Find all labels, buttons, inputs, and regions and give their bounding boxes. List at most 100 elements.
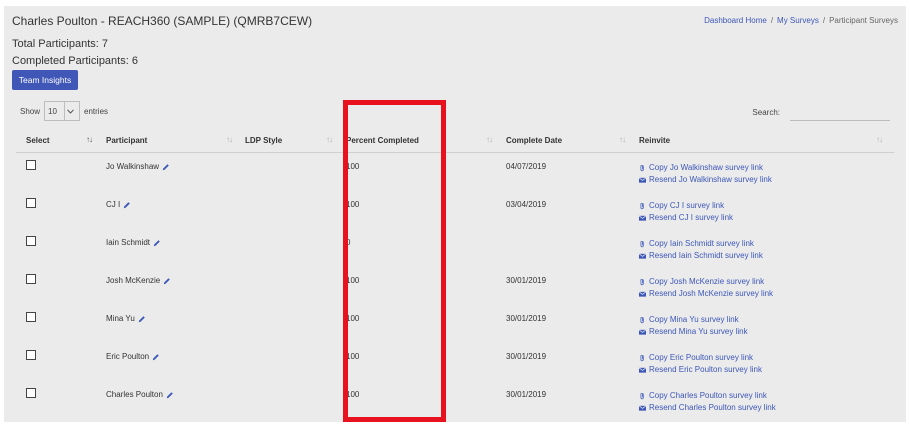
percent-completed: 100: [346, 200, 360, 209]
copy-survey-link[interactable]: Copy Jo Walkinshaw survey link: [639, 162, 772, 174]
column-header-complete-date[interactable]: Complete Date: [506, 136, 562, 145]
search-input[interactable]: [790, 104, 890, 121]
resend-survey-link[interactable]: Resend Charles Poulton survey link: [639, 402, 776, 414]
table-row: Eric Poulton 100 30/01/2019 Copy Eric Po…: [4, 350, 906, 388]
sort-icon: ↑↓: [486, 135, 493, 144]
participant-cell: Mina Yu: [106, 314, 146, 323]
resend-survey-link[interactable]: Resend CJ I survey link: [639, 212, 733, 224]
pencil-icon[interactable]: [162, 163, 170, 171]
pencil-icon[interactable]: [153, 239, 161, 247]
complete-date: 03/04/2019: [506, 200, 547, 209]
pencil-icon[interactable]: [123, 201, 131, 209]
breadcrumb-separator: /: [770, 16, 774, 25]
copy-link-label: Copy Mina Yu survey link: [649, 315, 739, 324]
entries-value: 10: [48, 106, 57, 116]
select-checkbox[interactable]: [26, 388, 36, 398]
copy-link-label: Copy CJ I survey link: [649, 201, 725, 210]
resend-survey-link[interactable]: Resend Mina Yu survey link: [639, 326, 748, 338]
select-checkbox[interactable]: [26, 350, 36, 360]
reinvite-cell: Copy Eric Poulton survey link Resend Eri…: [639, 352, 762, 376]
paperclip-icon: [640, 240, 644, 248]
page-title: Charles Poulton - REACH360 (SAMPLE) (QMR…: [12, 14, 313, 28]
participant-name: Mina Yu: [106, 314, 135, 323]
complete-date: 30/01/2019: [506, 352, 547, 361]
search-label: Search:: [752, 108, 780, 117]
copy-link-label: Copy Jo Walkinshaw survey link: [649, 163, 763, 172]
copy-survey-link[interactable]: Copy Josh McKenzie survey link: [639, 276, 773, 288]
resend-link-label: Resend Josh McKenzie survey link: [649, 289, 774, 298]
sort-icon: ↑↓: [226, 135, 233, 144]
envelope-icon: [639, 405, 646, 411]
breadcrumb-separator: /: [822, 16, 826, 25]
header-divider: [16, 152, 894, 153]
sort-icon: ↑↓: [86, 135, 93, 144]
select-checkbox[interactable]: [26, 198, 36, 208]
paperclip-icon: [640, 316, 644, 324]
column-header-participant[interactable]: Participant: [106, 136, 147, 145]
percent-completed: 100: [346, 352, 360, 361]
table-row: Iain Schmidt 0 Copy Iain Schmidt survey …: [4, 236, 906, 274]
percent-completed: 100: [346, 276, 360, 285]
envelope-icon: [639, 177, 646, 183]
envelope-icon: [639, 367, 646, 373]
resend-survey-link[interactable]: Resend Eric Poulton survey link: [639, 364, 762, 376]
column-header-select[interactable]: Select: [26, 136, 50, 145]
resend-link-label: Resend Eric Poulton survey link: [649, 365, 762, 374]
resend-survey-link[interactable]: Resend Iain Schmidt survey link: [639, 250, 763, 262]
entries-label: entries: [84, 106, 109, 116]
pencil-icon[interactable]: [152, 353, 160, 361]
reinvite-cell: Copy Charles Poulton survey link Resend …: [639, 390, 776, 414]
paperclip-icon: [640, 354, 644, 362]
reinvite-cell: Copy Josh McKenzie survey link Resend Jo…: [639, 276, 773, 300]
select-checkbox[interactable]: [26, 160, 36, 170]
copy-link-label: Copy Eric Poulton survey link: [649, 353, 754, 362]
breadcrumb-dashboard-home[interactable]: Dashboard Home: [704, 16, 767, 25]
participant-cell: Jo Walkinshaw: [106, 162, 170, 171]
sort-icon: ↑↓: [619, 135, 626, 144]
table-row: Charles Poulton 100 30/01/2019 Copy Char…: [4, 388, 906, 422]
copy-link-label: Copy Charles Poulton survey link: [649, 391, 767, 400]
entries-select[interactable]: 10: [44, 101, 81, 121]
breadcrumb-my-surveys[interactable]: My Surveys: [777, 16, 819, 25]
total-participants: Total Participants: 7: [12, 38, 108, 50]
select-checkbox[interactable]: [26, 236, 36, 246]
participant-cell: Charles Poulton: [106, 390, 174, 399]
resend-link-label: Resend Iain Schmidt survey link: [649, 251, 763, 260]
complete-date: 04/07/2019: [506, 162, 547, 171]
reinvite-cell: Copy Iain Schmidt survey link Resend Iai…: [639, 238, 763, 262]
resend-link-label: Resend CJ I survey link: [649, 213, 734, 222]
column-header-percent-completed[interactable]: Percent Completed: [346, 136, 419, 145]
select-checkbox[interactable]: [26, 312, 36, 322]
copy-survey-link[interactable]: Copy Charles Poulton survey link: [639, 390, 776, 402]
paperclip-icon: [640, 392, 644, 400]
envelope-icon: [639, 215, 646, 221]
participant-name: Eric Poulton: [106, 352, 150, 361]
resend-survey-link[interactable]: Resend Josh McKenzie survey link: [639, 288, 773, 300]
team-insights-button[interactable]: Team Insights: [12, 70, 78, 90]
search-control: Search:: [752, 104, 890, 121]
copy-survey-link[interactable]: Copy Eric Poulton survey link: [639, 352, 762, 364]
participant-cell: Eric Poulton: [106, 352, 160, 361]
complete-date: 30/01/2019: [506, 314, 547, 323]
envelope-icon: [639, 253, 646, 259]
column-header-ldp-style[interactable]: LDP Style: [245, 136, 282, 145]
reinvite-cell: Copy Mina Yu survey link Resend Mina Yu …: [639, 314, 748, 338]
resend-survey-link[interactable]: Resend Jo Walkinshaw survey link: [639, 174, 772, 186]
select-checkbox[interactable]: [26, 274, 36, 284]
pencil-icon[interactable]: [166, 391, 174, 399]
pencil-icon[interactable]: [138, 315, 146, 323]
percent-completed: 100: [346, 314, 360, 323]
paperclip-icon: [640, 164, 644, 172]
participant-cell: Josh McKenzie: [106, 276, 171, 285]
participant-name: Jo Walkinshaw: [106, 162, 160, 171]
copy-survey-link[interactable]: Copy Iain Schmidt survey link: [639, 238, 763, 250]
copy-survey-link[interactable]: Copy Mina Yu survey link: [639, 314, 748, 326]
copy-survey-link[interactable]: Copy CJ I survey link: [639, 200, 733, 212]
copy-link-label: Copy Iain Schmidt survey link: [649, 239, 754, 248]
column-header-reinvite[interactable]: Reinvite: [639, 136, 670, 145]
sort-icon: ↑↓: [876, 135, 883, 144]
completed-participants: Completed Participants: 6: [12, 55, 138, 67]
participant-name: CJ I: [106, 200, 121, 209]
pencil-icon[interactable]: [163, 277, 171, 285]
paperclip-icon: [640, 278, 644, 286]
